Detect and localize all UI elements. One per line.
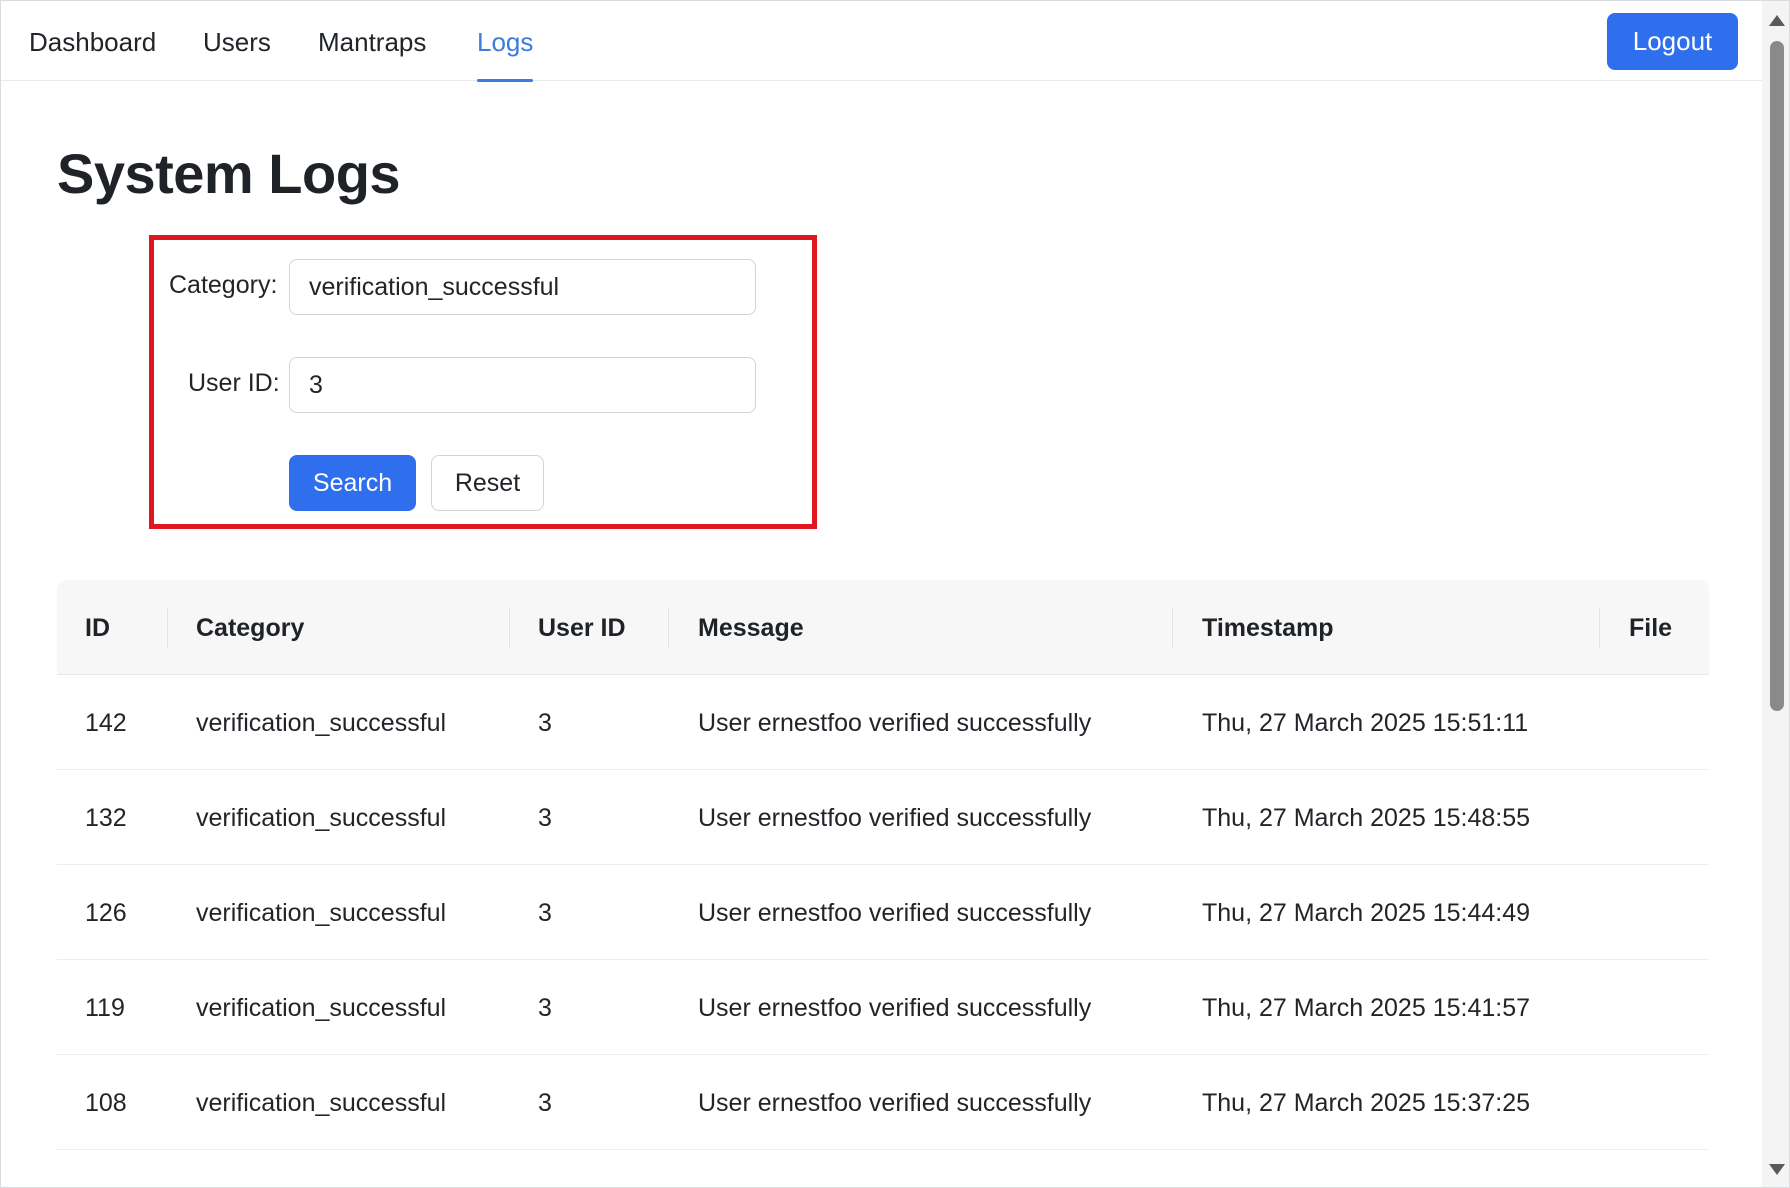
cell-user-id: 3: [538, 804, 552, 832]
header-file: File: [1629, 614, 1673, 642]
cell-user-id: 3: [538, 709, 552, 737]
top-navbar: Dashboard Users Mantraps Logs Logout: [1, 1, 1762, 82]
page-title: System Logs: [57, 142, 401, 205]
cell-category: verification_successful: [196, 994, 447, 1022]
cell-message: User ernestfoo verified successfully: [698, 994, 1092, 1022]
column-divider: [668, 608, 669, 648]
cell-category: verification_successful: [196, 709, 447, 737]
nav-dashboard[interactable]: Dashboard: [29, 1, 156, 81]
cell-message: User ernestfoo verified successfully: [698, 804, 1092, 832]
column-divider: [509, 608, 510, 648]
column-divider: [1172, 608, 1173, 648]
cell-user-id: 3: [538, 994, 552, 1022]
cell-message: User ernestfoo verified successfully: [698, 899, 1092, 927]
user-id-input[interactable]: [289, 357, 756, 413]
cell-category: verification_successful: [196, 804, 447, 832]
nav-mantraps[interactable]: Mantraps: [318, 1, 426, 81]
cell-timestamp: Thu, 27 March 2025 15:44:49: [1202, 899, 1531, 927]
cell-id: 126: [85, 899, 127, 927]
user-id-label: User ID:: [188, 369, 280, 397]
app-window: Dashboard Users Mantraps Logs Logout Sys…: [0, 0, 1790, 1188]
table-row: 126 verification_successful 3 User ernes…: [57, 865, 1709, 960]
table-row: 142 verification_successful 3 User ernes…: [57, 675, 1709, 770]
cell-timestamp: Thu, 27 March 2025 15:37:25: [1202, 1089, 1531, 1117]
search-button[interactable]: Search: [289, 455, 416, 511]
header-user-id: User ID: [538, 614, 626, 642]
cell-id: 132: [85, 804, 127, 832]
header-id: ID: [85, 614, 110, 642]
table-row: 132 verification_successful 3 User ernes…: [57, 770, 1709, 865]
reset-button[interactable]: Reset: [431, 455, 544, 511]
nav-users[interactable]: Users: [203, 1, 271, 81]
cell-id: 108: [85, 1089, 127, 1117]
cell-timestamp: Thu, 27 March 2025 15:48:55: [1202, 804, 1531, 832]
cell-timestamp: Thu, 27 March 2025 15:41:57: [1202, 994, 1531, 1022]
cell-user-id: 3: [538, 899, 552, 927]
cell-timestamp: Thu, 27 March 2025 15:51:11: [1202, 709, 1529, 737]
cell-id: 142: [85, 709, 127, 737]
nav-logs[interactable]: Logs: [477, 1, 534, 82]
category-label: Category:: [169, 271, 278, 299]
cell-category: verification_successful: [196, 899, 447, 927]
logs-table: ID Category User ID Message Timestamp Fi…: [57, 580, 1709, 1150]
table-header: ID Category User ID Message Timestamp Fi…: [57, 580, 1709, 675]
header-message: Message: [698, 614, 804, 642]
header-timestamp: Timestamp: [1202, 614, 1334, 642]
scroll-up-arrow-icon[interactable]: [1769, 15, 1785, 26]
category-input[interactable]: [289, 259, 756, 315]
cell-message: User ernestfoo verified successfully: [698, 1089, 1092, 1117]
column-divider: [167, 608, 168, 648]
scroll-thumb[interactable]: [1770, 41, 1784, 711]
cell-id: 119: [85, 994, 125, 1022]
logout-button[interactable]: Logout: [1607, 13, 1738, 70]
cell-category: verification_successful: [196, 1089, 447, 1117]
column-divider: [1599, 608, 1600, 648]
vertical-scrollbar[interactable]: [1762, 1, 1789, 1187]
table-row: 108 verification_successful 3 User ernes…: [57, 1055, 1709, 1150]
header-category: Category: [196, 614, 305, 642]
table-row: 119 verification_successful 3 User ernes…: [57, 960, 1709, 1055]
scroll-down-arrow-icon[interactable]: [1769, 1164, 1785, 1175]
cell-message: User ernestfoo verified successfully: [698, 709, 1092, 737]
cell-user-id: 3: [538, 1089, 552, 1117]
